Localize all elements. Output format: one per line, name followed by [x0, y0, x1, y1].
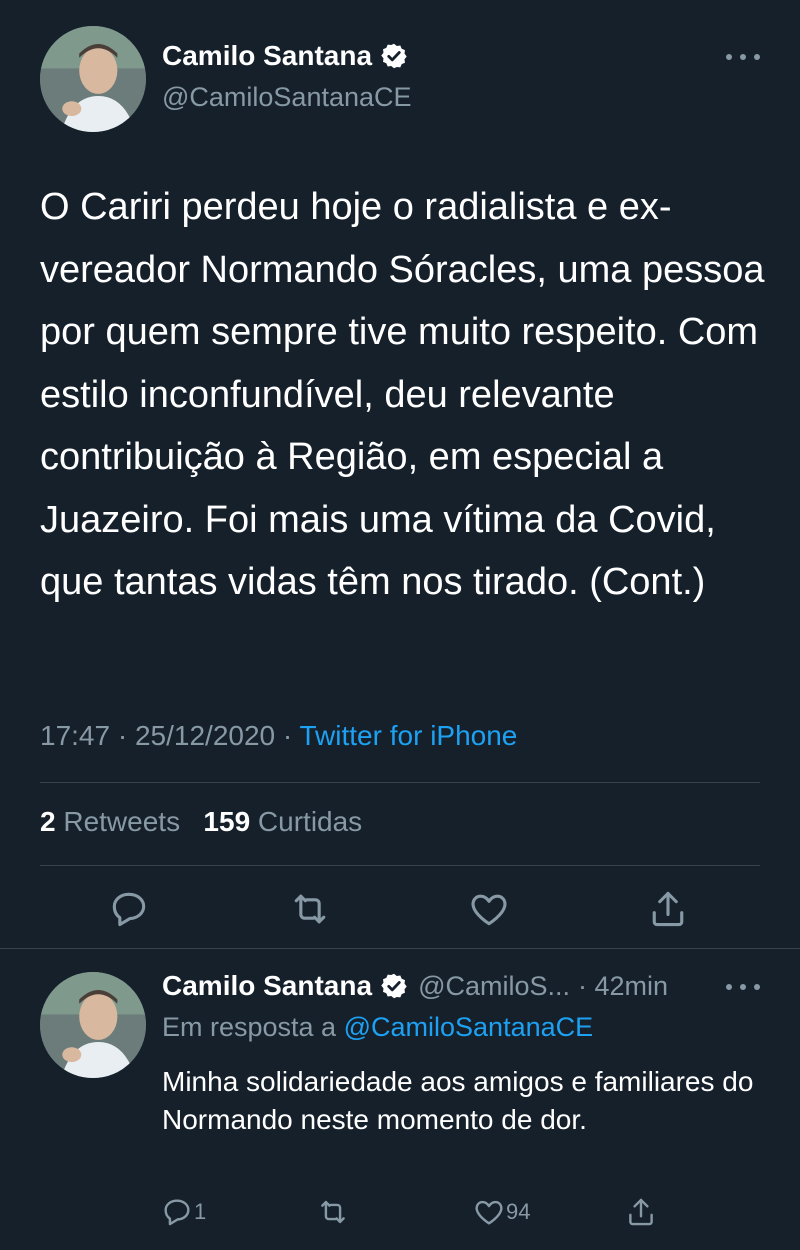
avatar-photo	[40, 26, 146, 132]
reply-share-button[interactable]	[624, 1195, 658, 1229]
tweet-date: 25/12/2020	[134, 720, 276, 751]
author-name[interactable]: Camilo Santana	[162, 40, 372, 72]
tweet-time: 17:47	[40, 720, 111, 751]
like-button[interactable]	[467, 887, 511, 931]
reply-author-name[interactable]: Camilo Santana	[162, 970, 372, 1002]
tweet-source-link[interactable]: Twitter for iPhone	[300, 720, 518, 751]
reply-button[interactable]	[107, 887, 151, 931]
verified-badge-icon	[380, 42, 408, 70]
reply-author-handle[interactable]: @CamiloS...	[418, 971, 570, 1002]
retweets-label: Retweets	[63, 806, 181, 837]
avatar-photo	[40, 972, 146, 1078]
heart-icon	[475, 1200, 503, 1225]
meta-separator: ·	[117, 720, 128, 751]
reply-reply-button[interactable]: 1	[160, 1195, 206, 1229]
reply-icon	[112, 892, 146, 927]
reply-retweet-button[interactable]	[316, 1195, 350, 1229]
heart-icon	[471, 894, 507, 926]
reply-like-button[interactable]: 94	[472, 1195, 530, 1229]
reply-time-ago: · 42min	[578, 970, 669, 1001]
divider	[40, 782, 760, 783]
author-handle[interactable]: @CamiloSantanaCE	[162, 82, 412, 113]
reply-to-handle-link[interactable]: @CamiloSantanaCE	[344, 1012, 594, 1042]
reply-reply-count: 1	[194, 1199, 207, 1224]
tweet-meta: 17:47 · 25/12/2020 · Twitter for iPhone	[40, 720, 517, 752]
likes-count: 159	[203, 806, 251, 837]
reply-context: Em resposta a @CamiloSantanaCE	[162, 1012, 593, 1043]
reply-author-avatar[interactable]	[40, 972, 146, 1078]
reply-icon	[164, 1199, 190, 1226]
reply-tweet-text: Minha solidariedade aos amigos e familia…	[162, 1066, 754, 1135]
tweet-text: O Cariri perdeu hoje o radialista e ex-v…	[40, 186, 765, 603]
retweets-stat[interactable]: 2 Retweets	[40, 806, 188, 837]
likes-label: Curtidas	[257, 806, 363, 837]
reply-prefix: Em resposta a	[162, 1012, 337, 1042]
retweet-icon	[294, 894, 326, 924]
share-icon	[629, 1198, 653, 1226]
retweet-icon	[321, 1200, 345, 1224]
retweets-count: 2	[40, 806, 56, 837]
share-button[interactable]	[646, 887, 690, 931]
reply-more-options-icon[interactable]	[726, 980, 760, 994]
likes-stat[interactable]: 159 Curtidas	[203, 806, 362, 837]
share-icon	[652, 891, 684, 927]
verified-badge-icon	[380, 972, 408, 1000]
tweet-stats: 2 Retweets 159 Curtidas	[40, 806, 362, 838]
divider	[40, 865, 760, 866]
retweet-button[interactable]	[288, 887, 332, 931]
author-avatar[interactable]	[40, 26, 146, 132]
more-options-icon[interactable]	[726, 50, 760, 64]
meta-separator: ·	[282, 720, 293, 751]
reply-like-count: 94	[506, 1199, 531, 1224]
divider	[0, 948, 800, 949]
